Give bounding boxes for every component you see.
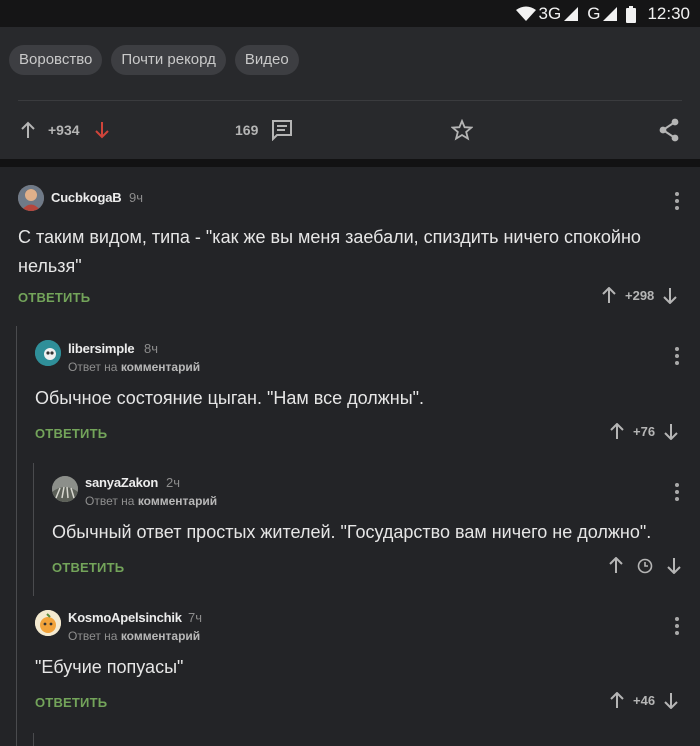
timestamp: 2ч bbox=[166, 475, 181, 490]
avatar[interactable] bbox=[52, 476, 78, 502]
post-rating: +934 bbox=[48, 122, 80, 138]
reply-note: Ответ на комментарий bbox=[85, 494, 217, 508]
network-type-2: G bbox=[587, 4, 601, 23]
more-icon[interactable] bbox=[674, 483, 680, 503]
network-type: 3G bbox=[538, 4, 562, 23]
timestamp: 7ч bbox=[188, 610, 203, 625]
tag-chip[interactable]: Видео bbox=[234, 45, 299, 75]
comment-votes: +76 bbox=[610, 423, 678, 440]
username[interactable]: sanyaZakon bbox=[85, 475, 158, 490]
tag-list: Воровство Почти рекорд Видео bbox=[9, 45, 299, 75]
parent-comment-link[interactable]: комментарий bbox=[121, 360, 200, 374]
comment: libersimple 8ч Ответ на комментарий Обыч… bbox=[35, 340, 688, 450]
wifi-icon bbox=[515, 6, 536, 22]
more-icon[interactable] bbox=[674, 347, 680, 367]
comment-rating: +76 bbox=[633, 424, 656, 439]
reply-button[interactable]: ОТВЕТИТЬ bbox=[35, 695, 107, 710]
more-icon[interactable] bbox=[674, 192, 680, 212]
star-icon[interactable] bbox=[451, 119, 473, 141]
avatar[interactable] bbox=[35, 340, 61, 366]
upvote-icon[interactable] bbox=[610, 692, 624, 709]
reply-button[interactable]: ОТВЕТИТЬ bbox=[18, 290, 90, 305]
clock: 12:30 bbox=[647, 4, 690, 23]
comment-votes bbox=[609, 557, 681, 574]
tag-chip[interactable]: Воровство bbox=[9, 45, 103, 75]
post-footer: Воровство Почти рекорд Видео +934 169 bbox=[0, 27, 700, 159]
upvote-icon[interactable] bbox=[609, 557, 623, 574]
reply-note-prefix: Ответ на bbox=[68, 360, 118, 374]
share-icon[interactable] bbox=[658, 118, 680, 142]
reply-note-prefix: Ответ на bbox=[85, 494, 135, 508]
timestamp: 8ч bbox=[144, 341, 159, 356]
tag-chip[interactable]: Почти рекорд bbox=[111, 45, 226, 75]
username[interactable]: libersimple bbox=[68, 341, 135, 356]
clock-icon bbox=[637, 558, 653, 574]
avatar[interactable] bbox=[35, 610, 61, 636]
comment-text: "Ебучие попуасы" bbox=[35, 657, 184, 677]
upvote-icon[interactable] bbox=[610, 423, 624, 440]
downvote-icon[interactable] bbox=[663, 287, 678, 304]
more-icon[interactable] bbox=[674, 617, 680, 637]
comment: sanyaZakon 2ч Ответ на комментарий Обычн… bbox=[52, 475, 688, 586]
comment-rating: +46 bbox=[633, 693, 656, 708]
battery-icon bbox=[626, 5, 637, 23]
upvote-icon[interactable] bbox=[602, 287, 616, 304]
comment-votes: +46 bbox=[610, 692, 678, 709]
divider bbox=[18, 100, 682, 101]
reply-note-prefix: Ответ на bbox=[68, 629, 118, 643]
downvote-icon[interactable] bbox=[664, 692, 678, 709]
section-separator bbox=[0, 159, 700, 167]
comment-text: Обычный ответ простых жителей. "Государс… bbox=[52, 522, 652, 542]
comment-rating: +298 bbox=[625, 288, 655, 303]
reply-note: Ответ на комментарий bbox=[68, 360, 200, 374]
downvote-icon[interactable] bbox=[94, 121, 110, 139]
post-actions: +934 169 bbox=[0, 115, 700, 145]
comment: CucbkogaB 9ч С таким видом, типа - "как … bbox=[18, 185, 688, 315]
signal-icon bbox=[564, 7, 579, 21]
reply-note: Ответ на комментарий bbox=[68, 629, 200, 643]
downvote-icon[interactable] bbox=[664, 423, 678, 440]
comment-icon[interactable] bbox=[271, 119, 293, 141]
status-bar: 3G G 12:30 bbox=[0, 0, 700, 27]
downvote-icon[interactable] bbox=[667, 557, 681, 574]
thread-line bbox=[33, 733, 34, 746]
username[interactable]: CucbkogaB bbox=[51, 190, 122, 205]
timestamp: 9ч bbox=[129, 190, 144, 205]
reply-button[interactable]: ОТВЕТИТЬ bbox=[52, 560, 124, 575]
comment-text: Обычное состояние цыган. "Нам все должны… bbox=[35, 388, 425, 408]
thread-line bbox=[33, 463, 34, 596]
upvote-icon[interactable] bbox=[20, 121, 36, 139]
comments-count[interactable]: 169 bbox=[235, 122, 258, 138]
avatar[interactable] bbox=[18, 185, 44, 211]
reply-button[interactable]: ОТВЕТИТЬ bbox=[35, 426, 107, 441]
thread-line bbox=[16, 326, 17, 746]
comment-text: С таким видом, типа - "как же вы меня за… bbox=[18, 227, 641, 276]
signal-icon-2 bbox=[603, 7, 618, 21]
username[interactable]: KosmoApelsinchik bbox=[68, 610, 182, 625]
comment: KosmoApelsinchik 7ч Ответ на комментарий… bbox=[35, 610, 688, 730]
parent-comment-link[interactable]: комментарий bbox=[138, 494, 217, 508]
parent-comment-link[interactable]: комментарий bbox=[121, 629, 200, 643]
comment-votes: +298 bbox=[602, 287, 678, 304]
